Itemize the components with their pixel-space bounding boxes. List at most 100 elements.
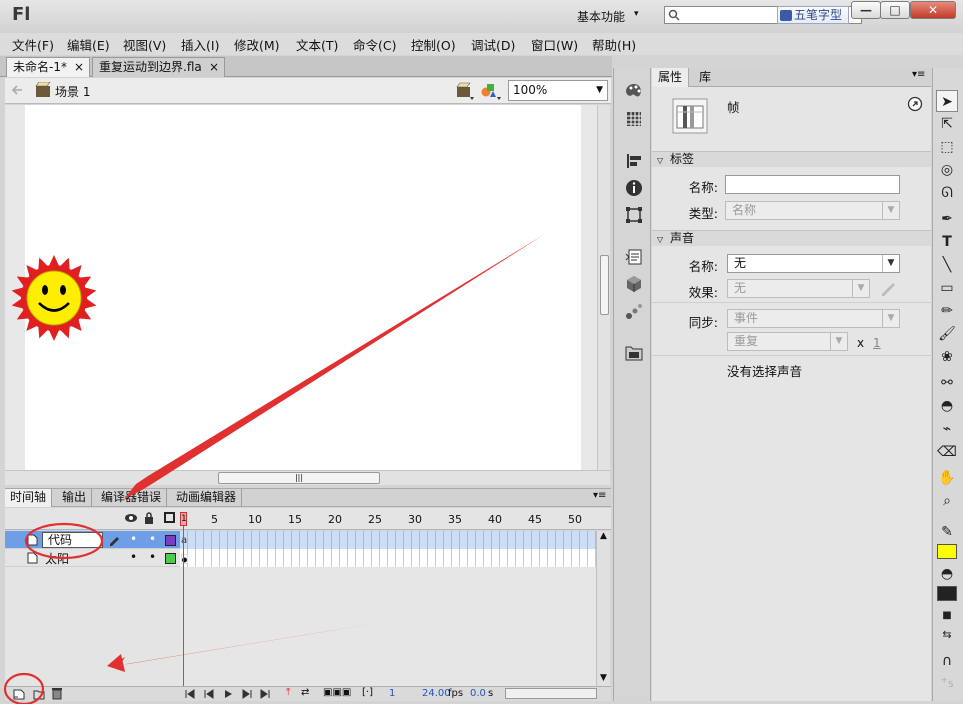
lasso-tool-icon[interactable]: ᘏ	[936, 182, 958, 204]
sun-symbol[interactable]	[9, 253, 99, 343]
lock-icon[interactable]	[144, 512, 154, 524]
layer-row-sun[interactable]: 太阳 • •	[5, 549, 180, 567]
label-type-select[interactable]: 名称 ▼	[725, 201, 900, 220]
menu-file[interactable]: 文件(F)	[12, 35, 54, 54]
frame-grid[interactable]: a	[180, 531, 596, 686]
menu-help[interactable]: 帮助(H)	[592, 35, 636, 54]
playback-controls[interactable]	[185, 689, 275, 699]
lock-dot[interactable]: •	[149, 532, 156, 546]
tab-untitled-1[interactable]: 未命名-1* ×	[6, 57, 90, 77]
edit-scene-icon[interactable]	[455, 81, 475, 101]
lock-dot[interactable]: •	[149, 550, 156, 564]
project-panel-icon[interactable]	[625, 344, 643, 362]
sound-repeat-select[interactable]: 重复 ▼	[727, 332, 848, 351]
line-tool-icon[interactable]: ╲	[936, 254, 958, 276]
eye-icon[interactable]	[124, 513, 138, 523]
tab-output[interactable]: 输出	[57, 489, 93, 507]
subselection-tool-icon[interactable]: ⇱	[936, 113, 958, 135]
edit-markers-icon[interactable]: [·]	[362, 687, 373, 698]
outline-icon[interactable]	[164, 512, 175, 523]
menu-view[interactable]: 视图(V)	[123, 35, 166, 54]
swap-colors-icon[interactable]: ⇆	[936, 624, 958, 646]
selection-tool-icon[interactable]: ➤	[936, 90, 958, 112]
zoom-select[interactable]: 100% ▼	[508, 80, 608, 101]
info-panel-icon[interactable]	[625, 179, 643, 197]
stroke-color-swatch[interactable]	[937, 586, 957, 601]
tab-close-icon[interactable]: ×	[209, 58, 219, 77]
sound-name-select[interactable]: 无 ▼	[727, 254, 900, 273]
tab-properties[interactable]: 属性	[652, 68, 690, 87]
text-tool-icon[interactable]: T	[936, 231, 958, 253]
timeline-scrollbar[interactable]: ▲ ▼	[596, 531, 610, 686]
help-icon[interactable]	[907, 96, 923, 112]
motion-presets-icon[interactable]	[625, 302, 643, 320]
layer-color-swatch[interactable]	[165, 553, 176, 564]
edit-symbols-icon[interactable]	[480, 81, 502, 101]
workspace-switcher[interactable]: 基本功能	[577, 8, 625, 25]
hand-tool-icon[interactable]: ✋	[936, 467, 958, 489]
stage[interactable]	[25, 105, 581, 470]
menu-window[interactable]: 窗口(W)	[531, 35, 578, 54]
tab-motion-editor[interactable]: 动画编辑器	[171, 489, 243, 507]
free-transform-tool-icon[interactable]: ⬚	[936, 136, 958, 158]
stroke-color-icon[interactable]: ✎	[936, 521, 958, 543]
edit-envelope-icon[interactable]	[880, 280, 896, 296]
bone-tool-icon[interactable]: ⚯	[936, 372, 958, 394]
tab-close-icon[interactable]: ×	[74, 58, 84, 77]
layer-name[interactable]: 太阳	[45, 550, 69, 567]
pen-tool-icon[interactable]: ✒	[936, 208, 958, 230]
scroll-down-icon[interactable]: ▼	[600, 673, 607, 683]
layer-row-code[interactable]: 代码 • •	[5, 531, 180, 549]
panel-menu-icon[interactable]: ▾≡	[912, 69, 925, 80]
ime-indicator[interactable]: 五笔字型	[777, 6, 849, 24]
frame-rate[interactable]: 24.00	[422, 688, 451, 699]
delete-layer-icon[interactable]	[51, 687, 63, 700]
menu-debug[interactable]: 调试(D)	[471, 35, 515, 54]
swatches-panel-icon[interactable]	[625, 110, 643, 128]
visible-dot[interactable]: •	[130, 532, 137, 546]
brush-tool-icon[interactable]: 🖌	[936, 323, 958, 345]
menu-control[interactable]: 控制(O)	[411, 35, 456, 54]
sound-sync-select[interactable]: 事件 ▼	[727, 309, 900, 328]
transform-panel-icon[interactable]	[625, 206, 643, 224]
sound-section-header[interactable]: ▽ 声音	[652, 230, 931, 246]
label-name-input[interactable]	[725, 175, 900, 194]
tab-timeline[interactable]: 时间轴	[5, 489, 53, 507]
tab-library[interactable]: 库	[693, 68, 717, 87]
new-layer-icon[interactable]	[13, 688, 25, 700]
panel-menu-icon[interactable]: ▾≡	[593, 490, 606, 501]
tab-repeat-motion[interactable]: 重复运动到边界.fla ×	[92, 57, 225, 77]
menu-insert[interactable]: 插入(I)	[181, 35, 219, 54]
minimize-button[interactable]: —	[851, 1, 881, 19]
zoom-tool-icon[interactable]: ⌕	[936, 490, 958, 512]
rectangle-tool-icon[interactable]: ▭	[936, 277, 958, 299]
loop-icon[interactable]: ⤒	[286, 687, 290, 698]
eraser-tool-icon[interactable]: ⌫	[936, 441, 958, 463]
stage-horizontal-scrollbar[interactable]: |||	[5, 470, 610, 485]
paint-bucket-tool-icon[interactable]: ◓	[936, 395, 958, 417]
scroll-thumb[interactable]	[600, 255, 609, 315]
playhead[interactable]: 1	[180, 512, 187, 526]
menu-edit[interactable]: 编辑(E)	[67, 35, 110, 54]
new-folder-icon[interactable]	[33, 688, 45, 700]
fill-color-swatch[interactable]	[937, 544, 957, 559]
current-frame[interactable]: 1	[389, 688, 395, 699]
menu-text[interactable]: 文本(T)	[296, 35, 338, 54]
maximize-button[interactable]: □	[880, 1, 910, 19]
fill-bucket-icon[interactable]: ◓	[936, 563, 958, 585]
timeline-horizontal-scrollbar[interactable]	[505, 688, 597, 699]
components-panel-icon[interactable]	[625, 275, 643, 293]
label-section-header[interactable]: ▽ 标签	[652, 151, 931, 167]
deco-tool-icon[interactable]: ❀	[936, 346, 958, 368]
layer-name-input[interactable]: 代码	[42, 532, 103, 548]
menu-modify[interactable]: 修改(M)	[234, 35, 280, 54]
stage-vertical-scrollbar[interactable]	[597, 105, 610, 470]
snap-magnet-icon[interactable]: ∩	[936, 650, 958, 672]
back-arrow-icon[interactable]	[11, 84, 23, 96]
eyedropper-tool-icon[interactable]: ⌁	[936, 418, 958, 440]
visible-dot[interactable]: •	[130, 550, 137, 564]
code-snippets-icon[interactable]	[625, 248, 643, 266]
scroll-thumb[interactable]: |||	[218, 472, 380, 484]
keyframe-a[interactable]: a	[181, 535, 187, 546]
3d-rotation-tool-icon[interactable]: ◎	[936, 159, 958, 181]
